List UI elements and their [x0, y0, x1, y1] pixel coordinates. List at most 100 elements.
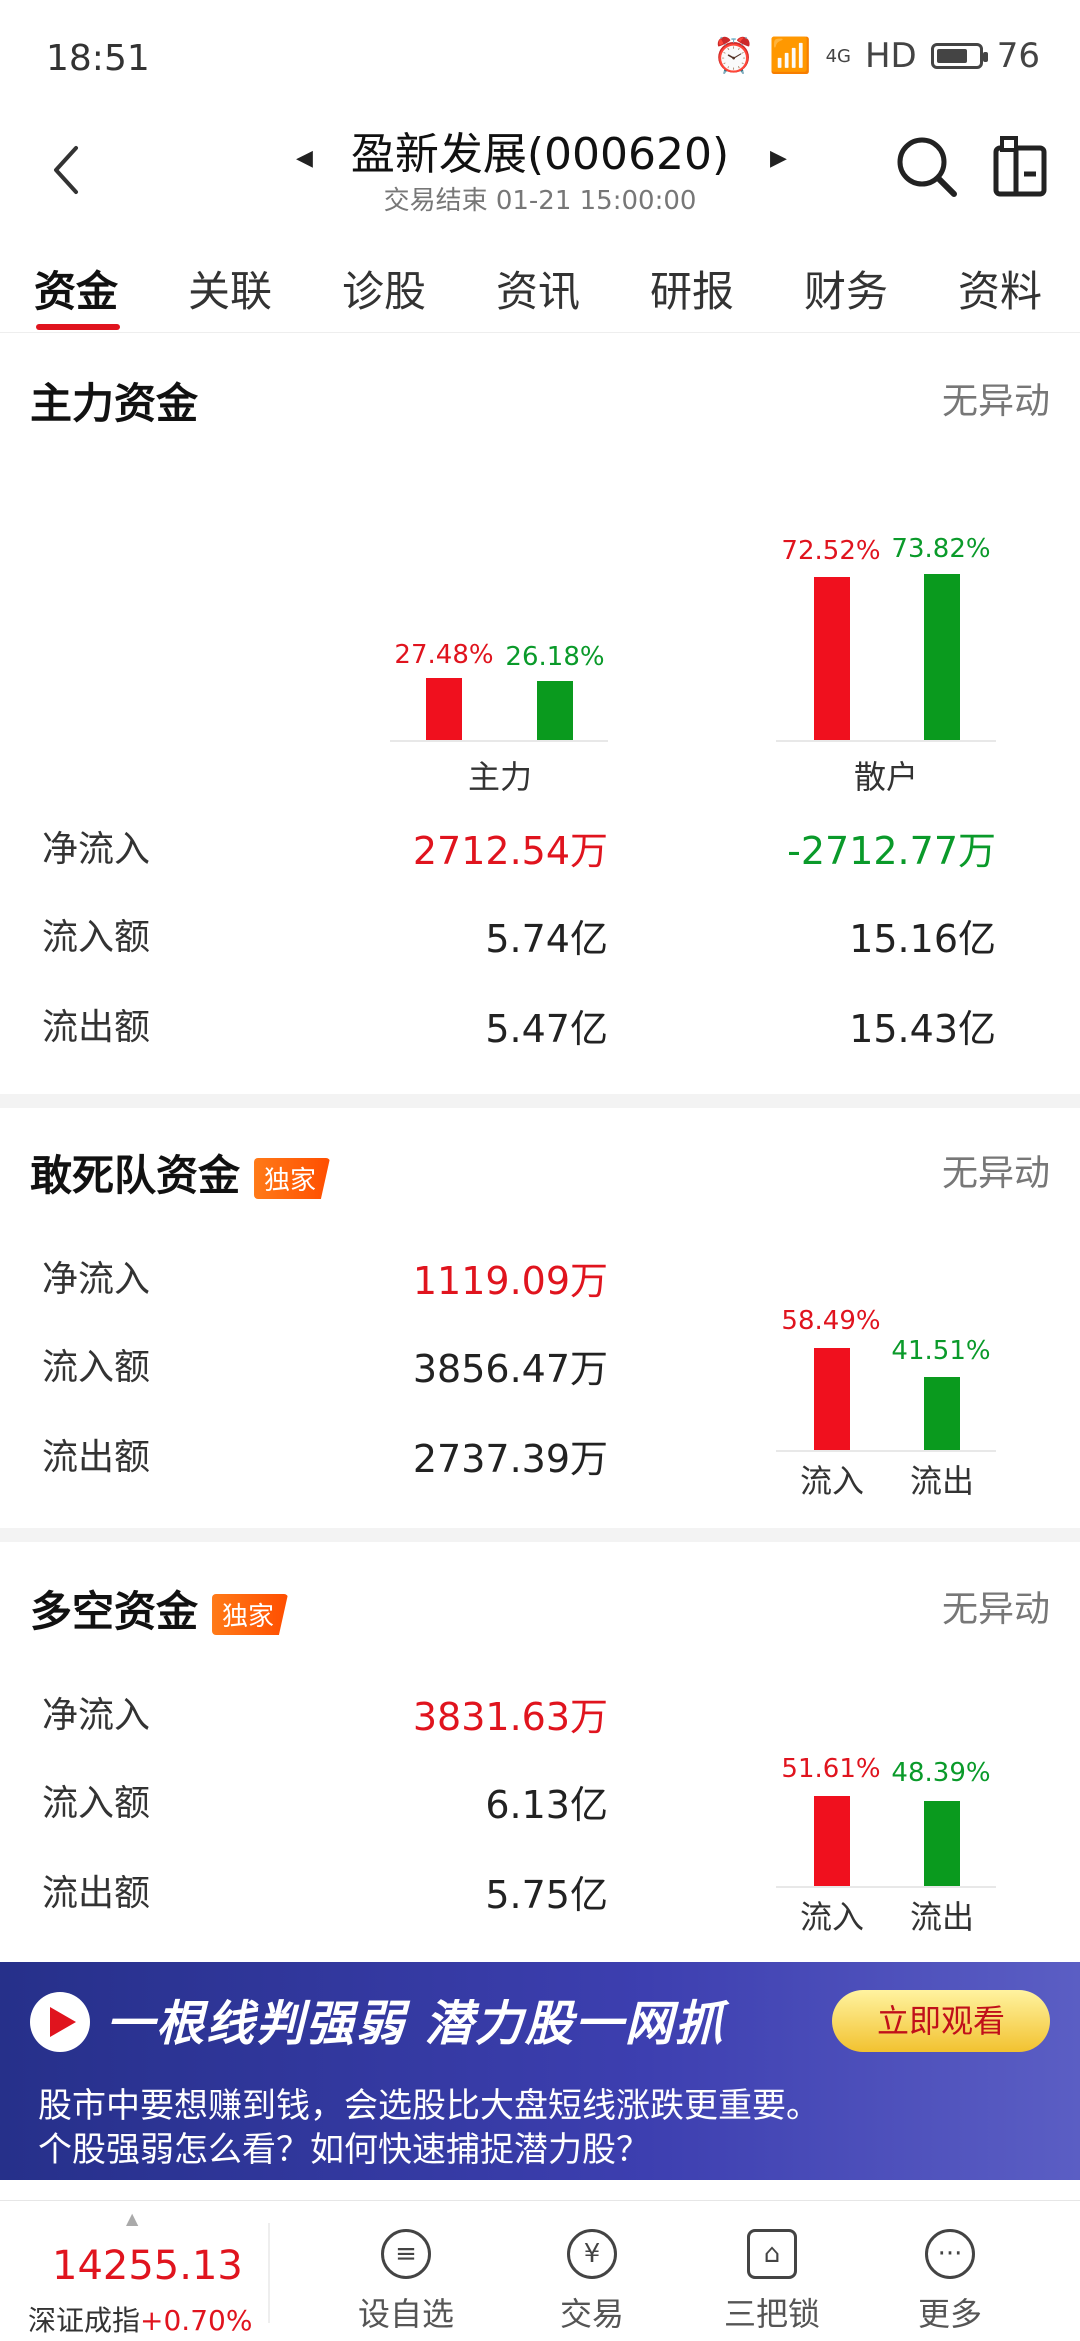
longshort-fund-note[interactable]: 无异动: [942, 1580, 1050, 1632]
main-in-pct: 27.48%: [394, 640, 494, 670]
tab-news[interactable]: 资讯: [496, 258, 580, 319]
tab-diagnose[interactable]: 诊股: [342, 258, 426, 319]
exclusive-badge: 独家: [212, 1594, 289, 1635]
separator: [268, 2223, 270, 2323]
tab-bar: 资金 关联 诊股 资讯 研报 财务 资料: [0, 240, 1080, 333]
section-divider: [0, 1528, 1080, 1542]
status-icons: ⏰ 📶 4G HD 76: [713, 36, 1040, 76]
longshort-net-value: 3831.63万: [412, 1695, 608, 1739]
retail-out-bar: [924, 573, 960, 740]
chart-axis: [776, 740, 996, 742]
yuan-icon: ¥: [567, 2229, 617, 2279]
network-indicator: 4G: [825, 45, 851, 67]
exclusive-badge: 独家: [254, 1158, 331, 1199]
play-icon: [30, 1992, 90, 2052]
hd-indicator: HD: [864, 36, 917, 76]
longshort-in-pct: 51.61%: [781, 1754, 881, 1784]
outflow-label: 流出: [909, 1462, 974, 1500]
status-time: 18:51: [46, 38, 150, 79]
main-group-label: 主力: [467, 758, 532, 796]
daredevil-fund-note[interactable]: 无异动: [942, 1144, 1050, 1196]
expand-up-icon[interactable]: ▲: [126, 2209, 138, 2228]
daredevil-chart: 58.49% 41.51% 流入 流出: [0, 1300, 1080, 1500]
promo-banner[interactable]: 一根线判强弱 潜力股一网抓 立即观看 股市中要想赚到钱，会选股比大盘短线涨跌更重…: [0, 1962, 1080, 2180]
tab-research[interactable]: 研报: [650, 258, 734, 319]
nav-label: 三把锁: [723, 2295, 820, 2333]
row-label-net: 净流入: [42, 1695, 151, 1736]
main-in-bar: [426, 678, 462, 740]
nav-label: 设自选: [357, 2295, 454, 2333]
inflow-label: 流入: [799, 1462, 864, 1500]
nav-label: 交易: [559, 2295, 624, 2333]
retail-outflow-value: 15.43亿: [849, 1007, 996, 1051]
nav-trade[interactable]: ¥ 交易: [522, 2229, 662, 2335]
search-icon[interactable]: [892, 132, 962, 202]
longshort-title-text: 多空资金: [30, 1587, 199, 1636]
main-outflow-value: 5.47亿: [485, 1007, 608, 1051]
main-inflow-value: 5.74亿: [485, 917, 608, 961]
retail-out-pct: 73.82%: [891, 534, 991, 564]
main-fund-note[interactable]: 无异动: [942, 372, 1050, 424]
longshort-out-pct: 48.39%: [891, 1758, 991, 1788]
nav-more[interactable]: ··· 更多: [880, 2229, 1020, 2335]
chart-axis: [390, 740, 608, 742]
more-icon: ···: [925, 2229, 975, 2279]
daredevil-in-bar: [814, 1347, 850, 1450]
battery-level: 76: [996, 36, 1040, 76]
bottom-bar: ▲ 14255.13 深证成指+0.70% ≡ 设自选 ¥ 交易 ⌂ 三把锁 ·…: [0, 2200, 1080, 2341]
tab-finance[interactable]: 财务: [804, 258, 888, 319]
menu-circle-icon: ≡: [381, 2229, 431, 2279]
daredevil-in-pct: 58.49%: [781, 1306, 881, 1336]
chart-axis: [776, 1450, 996, 1452]
index-value[interactable]: 14255.13: [52, 2243, 243, 2289]
next-stock-icon[interactable]: ▶: [770, 146, 787, 171]
index-change: +0.70%: [140, 2304, 253, 2337]
tab-profile[interactable]: 资料: [958, 258, 1042, 319]
tab-active-indicator: [36, 324, 120, 330]
wifi-icon: 📶: [769, 36, 812, 76]
daredevil-out-bar: [924, 1377, 960, 1450]
lock-stack-icon: ⌂: [747, 2229, 797, 2279]
nav-three-locks[interactable]: ⌂ 三把锁: [702, 2229, 842, 2335]
longshort-fund-title: 多空资金 独家: [30, 1578, 289, 1639]
watch-now-button[interactable]: 立即观看: [832, 1990, 1050, 2052]
main-net-value: 2712.54万: [412, 829, 608, 873]
layout-switch-icon[interactable]: [990, 134, 1050, 200]
row-label-outflow: 流出额: [42, 1007, 151, 1048]
main-fund-title: 主力资金: [30, 379, 199, 428]
retail-group-label: 散户: [853, 758, 918, 796]
daredevil-out-pct: 41.51%: [891, 1336, 991, 1366]
battery-icon: [930, 43, 988, 69]
main-out-bar: [537, 681, 573, 740]
outflow-label: 流出: [909, 1898, 974, 1936]
status-bar: 18:51 ⏰ 📶 4G HD 76: [0, 0, 1080, 110]
daredevil-title-text: 敢死队资金: [30, 1151, 241, 1200]
banner-line-1: 股市中要想赚到钱，会选股比大盘短线涨跌更重要。: [38, 2086, 820, 2126]
inflow-label: 流入: [799, 1898, 864, 1936]
section-divider: [0, 1094, 1080, 1108]
chart-axis: [776, 1886, 996, 1888]
alarm-icon: ⏰: [712, 36, 756, 76]
daredevil-fund-title: 敢死队资金 独家: [30, 1142, 331, 1203]
row-label-net: 净流入: [42, 829, 151, 870]
index-name: 深证成指: [28, 2304, 141, 2337]
nav-watchlist[interactable]: ≡ 设自选: [336, 2229, 476, 2335]
retail-in-bar: [814, 576, 850, 740]
daredevil-net-value: 1119.09万: [412, 1259, 608, 1303]
longshort-chart: 51.61% 48.39% 流入 流出: [0, 1740, 1080, 1940]
retail-inflow-value: 15.16亿: [849, 917, 996, 961]
longshort-in-bar: [814, 1795, 850, 1886]
index-name-line[interactable]: 深证成指+0.70%: [28, 2299, 252, 2339]
main-fund-chart: 27.48% 26.18% 主力 72.52% 73.82% 散户: [0, 500, 1080, 800]
main-out-pct: 26.18%: [505, 642, 605, 672]
banner-line-2: 个股强弱怎么看？如何快速捕捉潜力股？: [38, 2130, 650, 2170]
retail-net-value: -2712.77万: [787, 829, 996, 873]
stock-header: ◀ 盈新发展(000620) ▶ 交易结束 01-21 15:00:00: [0, 110, 1080, 230]
tab-fund[interactable]: 资金: [34, 258, 118, 319]
longshort-out-bar: [924, 1801, 960, 1886]
retail-in-pct: 72.52%: [781, 536, 881, 566]
tab-related[interactable]: 关联: [188, 258, 272, 319]
banner-headline: 一根线判强弱 潜力股一网抓: [106, 1996, 725, 2052]
row-label-net: 净流入: [42, 1259, 151, 1300]
nav-label: 更多: [917, 2295, 982, 2333]
